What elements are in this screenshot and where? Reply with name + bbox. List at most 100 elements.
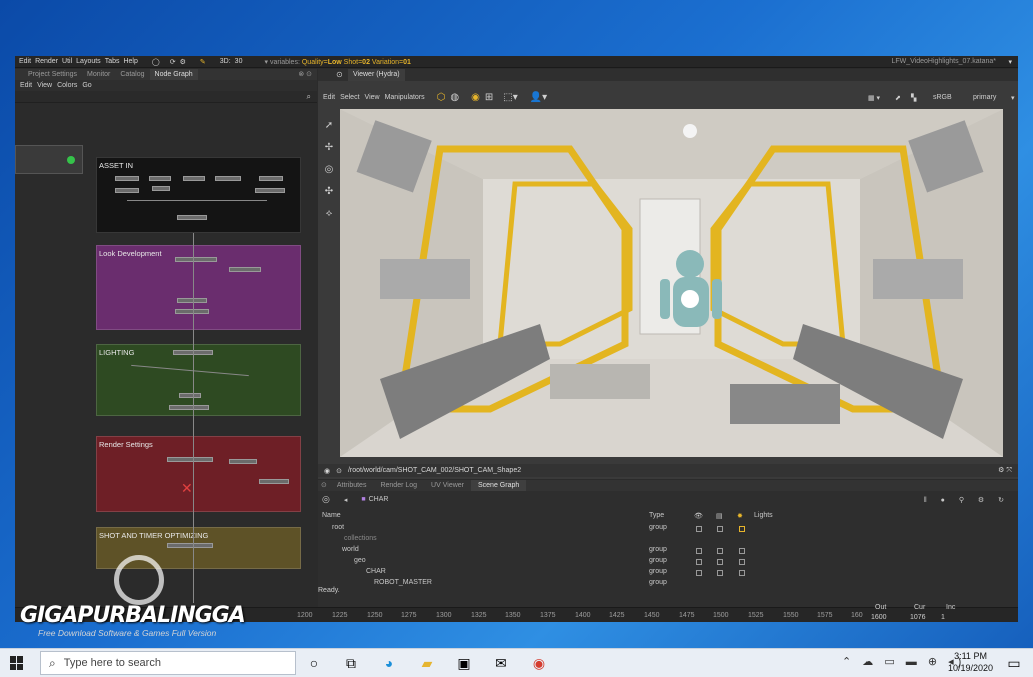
ng-menu-colors[interactable]: Colors (57, 82, 77, 89)
viewer-panel-icon[interactable]: ⊙ (336, 70, 343, 79)
viewport-render[interactable] (340, 109, 1003, 457)
viewer-settings-icon[interactable]: ⚙ ⤧ (998, 466, 1012, 475)
node[interactable] (175, 309, 209, 314)
shading-icon[interactable]: ◉ (471, 92, 480, 103)
node[interactable] (175, 257, 217, 262)
display-icon[interactable]: ▦ ▾ (868, 94, 880, 102)
viewer-options-icon[interactable]: ▾ (1011, 94, 1015, 102)
search-icon[interactable]: ⌕ (307, 92, 311, 102)
root-node-port[interactable] (67, 156, 75, 164)
mail-icon[interactable]: ✉ (490, 653, 512, 673)
tab-scene-graph[interactable]: Scene Graph (471, 480, 527, 491)
sg-tool-icons[interactable]: ‖ ● ⚲ ⚙ ↻ (924, 496, 1010, 504)
node[interactable] (169, 405, 209, 410)
tab-render-log[interactable]: Render Log (373, 480, 424, 491)
panel-icon[interactable]: ⊙ (318, 480, 330, 491)
view-select[interactable]: primary (973, 94, 996, 101)
taskbar-clock[interactable]: 3:11 PM 10/19/2020 (948, 650, 993, 674)
ng-menu-go[interactable]: Go (82, 82, 91, 89)
working-set-checkbox[interactable] (717, 570, 723, 576)
paint-icon[interactable]: ✎ (200, 58, 206, 66)
table-row[interactable]: collections (318, 534, 1018, 545)
node[interactable] (177, 215, 207, 220)
menu-help[interactable]: Help (123, 58, 137, 65)
task-view-icon[interactable]: ⧉ (340, 653, 362, 673)
col-name[interactable]: Name (322, 512, 341, 519)
frame-value[interactable]: 3D: (220, 58, 231, 65)
ng-menu-edit[interactable]: Edit (20, 82, 32, 89)
backdrop-asset-in[interactable]: ASSET IN (96, 157, 301, 233)
table-row[interactable]: ROBOT_MASTER group (318, 578, 1018, 586)
translate-icon[interactable]: ✢ (324, 143, 334, 153)
camera-path[interactable]: /root/world/cam/SHOT_CAM_002/SHOT_CAM_Sh… (348, 467, 521, 474)
panel-close-icon[interactable]: ⊗ ⊙ (293, 69, 317, 80)
node[interactable] (215, 176, 241, 181)
render-icon[interactable]: ◯ (152, 58, 160, 66)
node[interactable] (255, 188, 285, 193)
table-row[interactable]: root group (318, 523, 1018, 534)
table-row[interactable]: world group (318, 545, 1018, 556)
node[interactable] (179, 393, 201, 398)
frame-icon[interactable]: ⬚▾ (503, 92, 517, 103)
globe-icon[interactable]: ◍ (450, 92, 459, 103)
node[interactable] (149, 176, 171, 181)
refresh-icon[interactable]: ⟳ (170, 58, 176, 66)
node[interactable] (183, 176, 205, 181)
viewer-menu-edit[interactable]: Edit (323, 94, 335, 101)
project-file[interactable]: LFW_VideoHighlights_07.katana* (891, 58, 996, 65)
camera-lock-icon[interactable]: ⊙ (336, 467, 342, 475)
scale-icon[interactable]: ✣ (324, 187, 334, 197)
variables[interactable]: ▾ variables: Quality=Low Shot=02 Variati… (264, 58, 410, 66)
pivot-icon[interactable]: ⟡ (324, 209, 334, 219)
edge-icon[interactable]: ◕ (378, 653, 400, 673)
visibility-checkbox[interactable] (696, 548, 702, 554)
lights-checkbox[interactable] (739, 559, 745, 565)
table-row[interactable]: CHAR group (318, 567, 1018, 578)
breadcrumb[interactable]: CHAR (369, 496, 389, 503)
tab-project-settings[interactable]: Project Settings (23, 69, 82, 80)
viewer-menu-view[interactable]: View (365, 94, 380, 101)
node-search-bar[interactable]: ⌕ (15, 91, 317, 103)
lights-checkbox[interactable] (739, 526, 745, 532)
working-set-col-icon[interactable]: ▤ (716, 512, 723, 520)
menu-util[interactable]: Util (62, 58, 72, 65)
tab-attributes[interactable]: Attributes (330, 480, 374, 491)
ng-menu-view[interactable]: View (37, 82, 52, 89)
visibility-checkbox[interactable] (696, 526, 702, 532)
visibility-checkbox[interactable] (696, 559, 702, 565)
camera-icon[interactable]: 👤▾ (530, 92, 547, 103)
lights-checkbox[interactable] (739, 570, 745, 576)
node[interactable] (115, 176, 139, 181)
viewer-menu-manipulators[interactable]: Manipulators (385, 94, 425, 101)
tab-monitor[interactable]: Monitor (82, 69, 115, 80)
working-set-checkbox[interactable] (717, 526, 723, 532)
working-set-checkbox[interactable] (717, 548, 723, 554)
working-set-checkbox[interactable] (717, 559, 723, 565)
menu-render[interactable]: Render (35, 58, 58, 65)
camera-eye-icon[interactable]: ◉ (324, 467, 330, 475)
node[interactable] (152, 186, 170, 191)
cur-field[interactable]: 1076 (910, 614, 926, 621)
backdrop-lighting[interactable]: LIGHTING (96, 344, 301, 416)
menu-tabs[interactable]: Tabs (105, 58, 120, 65)
notifications-icon[interactable]: ▭ (1003, 653, 1025, 673)
tab-viewer-hydra[interactable]: Viewer (Hydra) (348, 69, 405, 81)
col-type[interactable]: Type (649, 512, 664, 519)
tab-uv-viewer[interactable]: UV Viewer (424, 480, 471, 491)
colorspace-select[interactable]: sRGB (933, 94, 952, 101)
taskbar-search[interactable]: ⌕ Type here to search (40, 651, 296, 675)
node[interactable] (177, 298, 207, 303)
node[interactable] (167, 543, 213, 548)
node-graph-canvas[interactable]: ASSET IN Look Development LIGHTING Rende… (15, 103, 317, 609)
table-row[interactable]: geo group (318, 556, 1018, 567)
node[interactable] (115, 188, 139, 193)
rotate-icon[interactable]: ◎ (324, 165, 334, 175)
overlay-icon[interactable]: ▚ (911, 94, 916, 102)
tray-icons[interactable]: ⌃ ☁ ▭ ▬ ⊕ ◂) (842, 655, 965, 668)
node[interactable] (229, 267, 261, 272)
windows-start-icon[interactable] (10, 656, 24, 670)
backdrop-look-development[interactable]: Look Development (96, 245, 301, 330)
out-field[interactable]: 1600 (871, 614, 887, 621)
node[interactable] (229, 459, 257, 464)
cube-icon[interactable]: ⬡ (437, 92, 446, 103)
